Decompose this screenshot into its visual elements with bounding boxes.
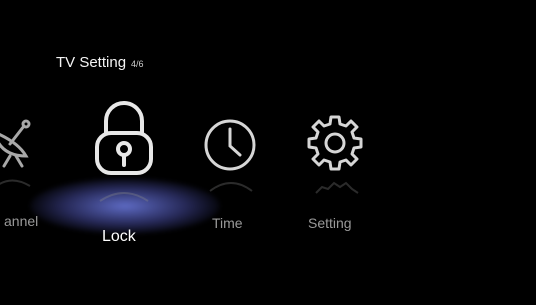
gear-icon (307, 115, 363, 171)
menu-item-setting[interactable]: Setting (300, 113, 370, 238)
menu-item-label: Time (212, 215, 243, 231)
menu-item-label: annel (4, 213, 39, 229)
menu-item-label: Lock (102, 228, 136, 245)
page-indicator: 4/6 (131, 59, 144, 69)
menu-item-channel[interactable]: annel (0, 112, 50, 232)
padlock-reflection-icon (99, 192, 149, 202)
gear-reflection-icon (315, 181, 359, 194)
clock-icon (204, 119, 256, 171)
clock-reflection-icon (209, 182, 253, 192)
page-title: TV Setting 4/6 (56, 54, 144, 71)
menu-item-time[interactable]: Time (200, 117, 260, 237)
satellite-dish-reflection-icon (0, 179, 31, 187)
satellite-dish-icon (0, 119, 31, 168)
menu-item-lock[interactable]: Lock (80, 97, 168, 247)
page-title-text: TV Setting (56, 54, 127, 71)
menu-item-label: Setting (308, 215, 352, 231)
padlock-icon (95, 101, 153, 175)
